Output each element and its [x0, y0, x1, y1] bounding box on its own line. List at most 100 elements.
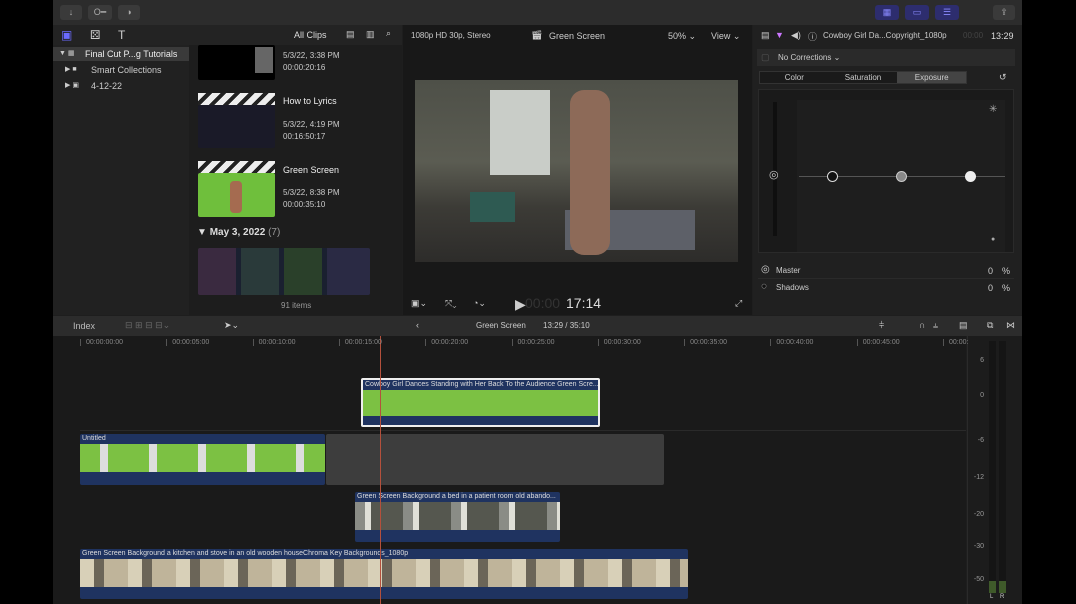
fullscreen-icon[interactable]: ⤢ — [735, 298, 742, 309]
row-unit: % — [1002, 266, 1011, 276]
clip-thumbnail[interactable] — [198, 173, 275, 217]
sidebar-item-event[interactable]: ▶ ▣ 4-12-22 — [53, 79, 189, 93]
meter-scale-label: -50 — [973, 576, 984, 583]
reset-icon[interactable]: ↺ — [999, 72, 1007, 83]
ruler-tick: 00:00:40:00 — [770, 339, 813, 346]
clip-filmstrip — [80, 559, 688, 587]
video-frame[interactable] — [415, 80, 738, 262]
zoom-menu[interactable]: 50% ⌄ — [668, 31, 696, 42]
headphones-icon[interactable]: ∩ — [919, 320, 925, 330]
clapper-icon — [198, 161, 275, 173]
corrections-menu[interactable]: No Corrections ⌄ — [778, 53, 840, 62]
sidebar-item-smart-collections[interactable]: ▶ ■ Smart Collections — [53, 63, 189, 77]
inspector-layout-button[interactable]: ☰ — [935, 5, 959, 20]
meter-scale-label: -12 — [973, 474, 984, 481]
tab-bar: Color Saturation Exposure — [759, 71, 967, 84]
inspector-tc-dim: 00:00 — [963, 31, 984, 40]
timeline-clip-kitchen-background[interactable]: Green Screen Background a kitchen and st… — [80, 549, 688, 599]
search-icon[interactable]: ⌕ — [386, 28, 391, 39]
color-inspector-icon[interactable]: ▼ — [775, 30, 784, 40]
inspector-row-master: ◎ Master 0 % — [758, 263, 1014, 279]
info-icon[interactable]: ⓘ — [808, 30, 817, 43]
ruler-tick: 00:00:20:00 — [425, 339, 468, 346]
share-button[interactable]: ⇪ — [993, 5, 1015, 20]
index-button[interactable]: Index — [73, 321, 95, 331]
list-view-icon[interactable]: ▤ — [346, 29, 355, 40]
view-options-icon[interactable]: ▣⌄ — [411, 298, 427, 309]
clip-filmstrip[interactable] — [198, 248, 370, 295]
meter-scale-label: 0 — [980, 392, 984, 399]
timeline-position: 13:29 / 35:10 — [543, 321, 590, 330]
clip-filmstrip — [355, 502, 560, 530]
clip-duration: 00:16:50:17 — [283, 132, 326, 141]
date-group-header[interactable]: ▼ May 3, 2022 (7) — [197, 227, 280, 238]
filmstrip-icon[interactable]: ▥ — [366, 29, 375, 40]
libraries-icon[interactable]: ▣ — [61, 28, 72, 42]
midtones-puck[interactable] — [896, 171, 907, 182]
highlights-puck[interactable] — [965, 171, 976, 182]
import-button[interactable]: ↓ — [60, 5, 82, 20]
meter-right — [999, 341, 1006, 593]
timeline-clip-untitled[interactable]: Untitled — [80, 434, 325, 485]
timeline-clip-bed-background[interactable]: Green Screen Background a bed in a patie… — [355, 492, 560, 542]
effects-browser-icon[interactable]: ⧉ — [987, 320, 993, 331]
timecode-dim: 00:00 — [525, 295, 561, 311]
timeline-clip-cowboy[interactable]: Cowboy Girl Dances Standing with Her Bac… — [361, 378, 600, 427]
ruler-tick: 00:00:15:00 — [338, 339, 382, 346]
storyline-divider — [80, 430, 966, 431]
timecode: 17:14 — [566, 295, 602, 311]
global-puck-icon[interactable]: ◎ — [769, 168, 779, 181]
clip-filmstrip — [363, 390, 598, 416]
speed-icon[interactable]: ◔⌄ — [473, 298, 486, 309]
clip-name: Green Screen Background a kitchen and st… — [82, 550, 409, 557]
checkbox-icon[interactable]: ▢ — [761, 52, 770, 63]
enhance-button[interactable]: ◑ — [118, 5, 140, 20]
clip-duration: 00:00:20:16 — [283, 63, 326, 72]
audio-inspector-icon[interactable]: ◀) — [791, 30, 801, 41]
clip-appearance-icon[interactable]: ▤ — [959, 320, 968, 331]
gap-clip[interactable] — [326, 434, 664, 485]
titles-icon[interactable]: T — [118, 28, 125, 42]
row-label: Master — [776, 266, 801, 275]
browser-layout-button[interactable]: ▦ — [875, 5, 899, 20]
tab-color[interactable]: Color — [760, 72, 829, 83]
photos-audio-icon[interactable]: ⚄ — [90, 28, 100, 42]
color-board: ◎ ✳ ● — [758, 89, 1014, 253]
tab-exposure[interactable]: Exposure — [897, 72, 967, 83]
meter-scale-label: -20 — [973, 511, 984, 518]
final-cut-window: ↓ O━ ◑ ▦ ▭ ☰ ⇪ ▣ ⚄ T All Clips ▤ ▥ ⌕ ▼ ▦… — [53, 0, 1022, 604]
group-count: (7) — [268, 227, 281, 238]
clip-thumbnail[interactable] — [198, 105, 275, 148]
shadows-puck[interactable] — [827, 171, 838, 182]
tab-saturation[interactable]: Saturation — [828, 72, 898, 83]
select-tool-icon[interactable]: ➤⌄ — [224, 320, 239, 331]
clip-date: 5/3/22, 8:38 PM — [283, 188, 340, 197]
sidebar-item-label: 4-12-22 — [91, 81, 123, 91]
disclosure-icon: ▼ — [197, 227, 210, 238]
clip-filter[interactable]: All Clips — [294, 30, 327, 40]
zoom-value: 50% — [668, 31, 687, 41]
library-name: Final Cut P...g Tutorials — [85, 49, 178, 59]
clip-filmstrip — [80, 444, 325, 472]
clip-name: Green Screen Background a bed in a patie… — [357, 493, 556, 500]
dark-icon: ● — [991, 236, 996, 243]
row-value[interactable]: 0 — [988, 266, 993, 276]
view-menu[interactable]: View ⌄ — [711, 31, 740, 42]
playhead[interactable] — [380, 336, 381, 604]
keywords-button[interactable]: O━ — [88, 5, 112, 20]
transform-icon[interactable]: ⤧⌄ — [445, 298, 456, 309]
timeline-layout-button[interactable]: ▭ — [905, 5, 929, 20]
library-item[interactable]: ▼ ▦ Final Cut P...g Tutorials — [53, 47, 189, 61]
back-icon[interactable]: ‹ — [416, 320, 419, 330]
snapping-icon[interactable]: ⫨ — [933, 320, 938, 331]
clip-name: Cowboy Girl Dances Standing with Her Bac… — [365, 381, 598, 388]
transitions-icon[interactable]: ⋈ — [1006, 320, 1015, 331]
connect-clip-icon[interactable]: ⊟ ⊞ ⊟ ⊟⌄ — [125, 320, 170, 331]
channel-label: R — [1000, 594, 1005, 600]
clip-browser: 5/3/22, 3:38 PM 00:00:20:16 How to Lyric… — [189, 45, 402, 315]
audio-skimming-icon[interactable]: ⫩ — [879, 320, 884, 331]
video-inspector-icon[interactable]: ▤ — [761, 30, 770, 41]
row-value[interactable]: 0 — [988, 283, 993, 293]
clip-thumbnail[interactable] — [198, 45, 275, 80]
shadows-puck-icon: ● — [761, 281, 768, 293]
